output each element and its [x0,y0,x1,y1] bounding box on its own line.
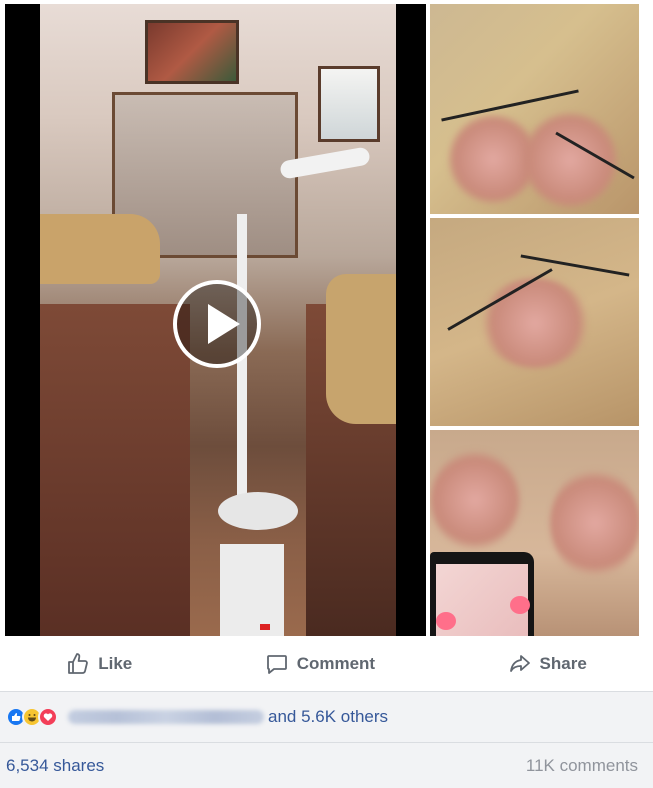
lamp-base [218,492,298,530]
heart-eyes-emoji-icon [436,612,456,630]
share-arrow-icon [509,655,530,672]
reaction-icons [6,707,58,727]
photo-thumbnail-2[interactable] [430,218,639,426]
thumbs-up-icon [68,653,89,674]
reactions-others-link[interactable]: and 5.6K others [268,707,388,727]
comments-count-link[interactable]: 11K comments [526,756,638,776]
wall-painting [145,20,239,84]
letterbox-right [396,4,426,636]
play-button-icon[interactable] [173,280,261,368]
floor-device [220,544,284,636]
share-label: Share [539,654,587,673]
photo-thumbnail-3[interactable] [430,430,639,636]
cable [520,254,630,277]
blurred-region [550,468,639,578]
heart-eyes-emoji-icon [510,596,530,614]
towel-right [326,274,396,424]
share-button[interactable]: Share [508,652,587,676]
video-player[interactable] [5,4,426,636]
like-button[interactable]: Like [66,652,132,676]
device-led [260,624,270,630]
towel-left [40,214,160,284]
comment-button[interactable]: Comment [265,652,375,676]
post-stats-bar: 6,534 shares 11K comments [0,743,653,788]
blurred-region [480,278,590,368]
comment-label: Comment [296,654,376,673]
bed-left [40,304,190,636]
blurred-region [430,450,520,550]
letterbox-left [5,4,40,636]
post-action-bar: Like Comment Share [0,637,653,692]
post-media-grid [0,0,653,637]
like-label: Like [98,654,133,673]
room-window [318,66,380,142]
love-reaction-icon [38,707,58,727]
shares-count-link[interactable]: 6,534 shares [6,756,104,776]
blurred-reactor-names [68,710,264,724]
photo-thumbnail-1[interactable] [430,4,639,214]
reactions-summary[interactable]: and 5.6K others [0,692,653,743]
comment-bubble-icon [266,655,287,674]
